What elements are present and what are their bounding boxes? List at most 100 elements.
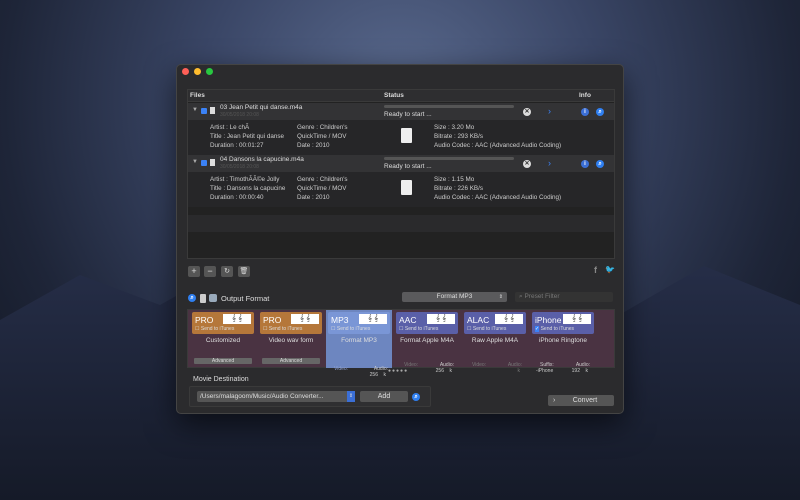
reveal-search-icon[interactable]: ⌕ <box>596 160 604 168</box>
music-notes-icon: 𝄞 𝄞 <box>563 314 591 324</box>
info-icon[interactable]: i <box>581 160 589 168</box>
close-button[interactable] <box>182 68 189 75</box>
suffix-value[interactable]: -iPhone <box>536 368 553 374</box>
info-icon[interactable]: i <box>581 108 589 116</box>
add-destination-button[interactable]: Add <box>360 391 408 402</box>
container: QuickTime / MOV <box>297 185 347 192</box>
chevron-right-icon: › <box>553 397 556 404</box>
output-format-label: Output Format <box>221 294 270 303</box>
minimize-button[interactable] <box>194 68 201 75</box>
cancel-icon[interactable]: ✕ <box>523 108 531 116</box>
start-chevron-icon[interactable]: › <box>548 106 551 116</box>
audio-bitrate[interactable]: 256 <box>436 368 444 374</box>
file-icon <box>210 159 215 166</box>
preset-card-selected[interactable]: MP3 𝄞 𝄞 ☐ Send to iTunes Format MP3 Video:… <box>326 310 392 378</box>
audio-file-icon <box>401 128 412 143</box>
refresh-icon[interactable]: ↻ <box>221 266 233 277</box>
preset-tag: ALAC <box>467 315 490 325</box>
preset-tag: PRO <box>263 315 282 325</box>
preset-card[interactable]: AAC 𝄞 𝄞 ☐ Send to iTunes Format Apple M4A … <box>396 312 458 374</box>
destination-path-select[interactable]: /Users/malagoom/Music/Audio Converter...… <box>197 391 355 402</box>
facebook-icon[interactable]: f <box>594 265 597 275</box>
music-notes-icon: 𝄞 𝄞 <box>291 314 319 324</box>
advanced-button[interactable]: Advanced <box>194 358 252 364</box>
convert-label: Convert <box>572 397 598 404</box>
audio-bitrate[interactable]: 192 <box>572 368 580 374</box>
audio-unit: k <box>449 368 453 374</box>
bitrate: Bitrate : 226 KB/s <box>434 185 484 192</box>
preset-tag: PRO <box>195 315 214 325</box>
header-info[interactable]: Info <box>579 92 591 99</box>
zoom-button[interactable] <box>206 68 213 75</box>
stepper-icon: ⇕ <box>498 294 503 300</box>
preset-card[interactable]: iPhone 𝄞 𝄞 ✓ Send to iTunes iPhone Rington… <box>532 312 594 374</box>
audio-bitrate[interactable]: 256 <box>370 372 378 378</box>
send-to-itunes-checkbox[interactable]: ☐ Send to iTunes <box>331 326 370 332</box>
preset-card[interactable]: PRO 𝄞 𝄞 ☐ Send to iTunes Video wav form Ad… <box>260 312 322 364</box>
disclosure-triangle-icon[interactable]: ▼ <box>192 159 198 165</box>
preset-strip: PRO 𝄞 𝄞 ☐ Send to iTunes Customized Advanc… <box>187 309 615 378</box>
remove-file-button[interactable]: − <box>204 266 216 277</box>
preset-tag: AAC <box>399 315 417 325</box>
duration: Duration : 00:01:27 <box>210 142 264 149</box>
reveal-search-icon[interactable]: ⌕ <box>596 108 604 116</box>
send-label: Send to iTunes <box>472 326 507 332</box>
page-indicator[interactable]: ●●●●● <box>388 368 408 374</box>
send-to-itunes-checkbox[interactable]: ☐ Send to iTunes <box>399 326 438 332</box>
search-icon[interactable]: ⌕ <box>188 294 196 302</box>
file-details: Artist : Le chÃ Title : Jean Petit qui d… <box>188 120 614 155</box>
download-icon[interactable] <box>200 294 206 303</box>
audio-unit: k <box>517 368 521 374</box>
send-to-itunes-checkbox[interactable]: ☐ Send to iTunes <box>195 326 234 332</box>
preset-name: Raw Apple M4A <box>471 337 519 344</box>
file-checkbox[interactable] <box>201 160 207 166</box>
destination-path: /Users/malagoom/Music/Audio Converter... <box>200 393 324 400</box>
genre: Genre : Children's <box>297 176 348 183</box>
preset-card[interactable]: PRO 𝄞 𝄞 ☐ Send to iTunes Customized Advanc… <box>192 312 254 364</box>
preset-tag: iPhone <box>535 315 562 325</box>
preset-name: Format Apple M4A <box>400 337 454 344</box>
preset-name: iPhone Ringtone <box>538 337 588 344</box>
genre: Genre : Children's <box>297 124 348 131</box>
music-notes-icon: 𝄞 𝄞 <box>427 314 455 324</box>
title: Title : Dansons la capucine <box>210 185 286 192</box>
preset-card[interactable]: ALAC 𝄞 𝄞 ☐ Send to iTunes Raw Apple M4A Vi… <box>464 312 526 374</box>
file-checkbox[interactable] <box>201 108 207 114</box>
status-text: Ready to start ... <box>384 163 432 170</box>
preset-filter-placeholder: Preset Filter <box>524 293 560 300</box>
stepper-icon: ⇕ <box>347 391 355 402</box>
send-to-itunes-checkbox[interactable]: ☐ Send to iTunes <box>263 326 302 332</box>
duration: Duration : 00:00:40 <box>210 194 264 201</box>
convert-button[interactable]: › Convert <box>548 395 614 406</box>
trash-icon[interactable]: 🗑 <box>238 266 250 277</box>
send-to-itunes-checkbox[interactable]: ☐ Send to iTunes <box>467 326 506 332</box>
preset-filter-input[interactable]: ⌕ Preset Filter <box>515 292 613 302</box>
header-status[interactable]: Status <box>384 92 404 99</box>
title-bar <box>177 65 623 79</box>
disclosure-triangle-icon[interactable]: ▼ <box>192 107 198 113</box>
start-chevron-icon[interactable]: › <box>548 158 551 168</box>
preset-name: Video wav form <box>268 337 314 344</box>
date: Date : 2010 <box>297 194 330 201</box>
size: Size : 3.20 Mo <box>434 124 475 131</box>
file-row[interactable]: ▼ 03 Jean Petit qui danse.m4a 30/05/2018… <box>188 103 614 120</box>
add-file-button[interactable]: + <box>188 266 200 277</box>
file-row[interactable]: ▼ 04 Dansons la capucine.m4a 30/05/2018 … <box>188 155 614 172</box>
progress-bar <box>384 105 514 108</box>
format-select[interactable]: Format MP3 ⇕ <box>402 292 507 302</box>
header-files[interactable]: Files <box>190 92 205 99</box>
reveal-destination-icon[interactable]: ⌕ <box>412 393 420 401</box>
bitrate: Bitrate : 293 KB/s <box>434 133 484 140</box>
advanced-button[interactable]: Advanced <box>262 358 320 364</box>
twitter-icon[interactable]: 🐦 <box>605 265 615 274</box>
artist: Artist : TimothÃÃ©e Jolly <box>210 176 280 183</box>
artist: Artist : Le chÃ <box>210 124 250 131</box>
file-name: 03 Jean Petit qui danse.m4a <box>220 104 303 111</box>
presets-icon[interactable] <box>209 294 217 302</box>
file-icon <box>210 107 215 114</box>
file-date: 30/05/2018 20:08 <box>220 164 259 170</box>
send-to-itunes-checkbox[interactable]: ✓ Send to iTunes <box>535 326 574 332</box>
cancel-icon[interactable]: ✕ <box>523 160 531 168</box>
preset-name: Format MP3 <box>341 337 377 344</box>
send-label: Send to iTunes <box>200 326 235 332</box>
